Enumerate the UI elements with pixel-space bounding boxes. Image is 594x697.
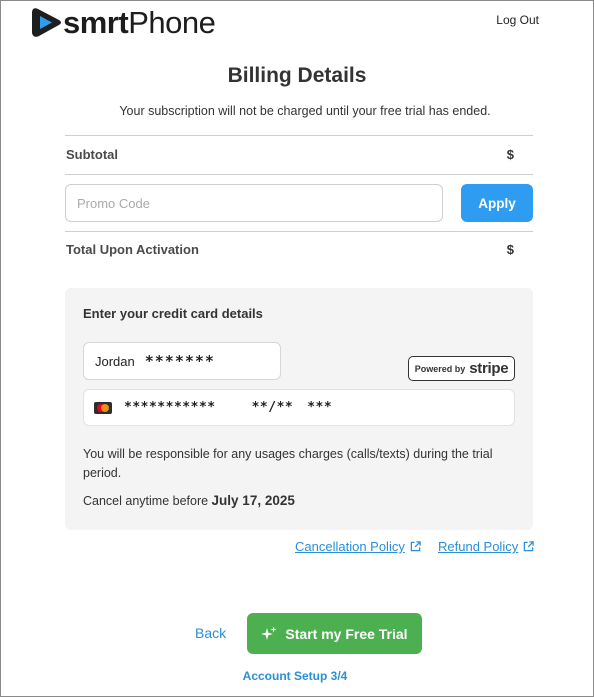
logo-play-icon <box>32 8 61 37</box>
promo-code-input[interactable] <box>65 184 443 222</box>
back-button[interactable]: Back <box>195 625 226 641</box>
page-title: Billing Details <box>227 64 367 87</box>
refund-policy-link[interactable]: Refund Policy <box>438 539 534 554</box>
subtotal-label: Subtotal <box>66 147 118 162</box>
external-link-icon <box>523 541 534 552</box>
total-value: $ <box>506 242 514 257</box>
card-cvc-masked: *** <box>307 400 333 415</box>
divider <box>65 135 533 136</box>
start-free-trial-label: Start my Free Trial <box>285 625 408 642</box>
refund-policy-label: Refund Policy <box>438 539 519 554</box>
credit-card-panel: Enter your credit card details Jordan **… <box>65 288 533 530</box>
card-number-masked: *********** <box>124 400 216 415</box>
cancellation-policy-link[interactable]: Cancellation Policy <box>295 539 421 554</box>
start-free-trial-button[interactable]: Start my Free Trial <box>247 613 422 654</box>
logo-wordmark-bold: smrt <box>63 5 129 40</box>
smrtphone-logo: smrtPhone <box>31 5 216 40</box>
subtotal-value: $ <box>506 147 514 162</box>
sparkle-icon <box>261 626 277 640</box>
usage-charges-note: You will be responsible for any usages c… <box>83 447 493 480</box>
account-setup-step: Account Setup 3/4 <box>242 669 348 683</box>
card-expiry-masked: **/** <box>251 400 294 415</box>
stripe-powered-label: Powered by <box>414 363 466 374</box>
cardholder-first-name: Jordan <box>95 353 135 369</box>
divider <box>65 231 533 232</box>
cancellation-policy-label: Cancellation Policy <box>295 539 405 554</box>
stripe-wordmark: stripe <box>469 360 509 377</box>
cancel-prefix: Cancel anytime before <box>83 494 212 508</box>
cardholder-name-field[interactable]: Jordan ******* <box>83 342 281 380</box>
card-details-field[interactable]: *********** **/** *** <box>83 389 515 426</box>
powered-by-stripe-badge[interactable]: Powered by stripe <box>408 356 515 381</box>
cardholder-last-name-masked: ******* <box>144 352 215 370</box>
divider <box>65 174 533 175</box>
total-label: Total Upon Activation <box>66 242 199 257</box>
cancel-anytime-note: Cancel anytime before July 17, 2025 <box>83 493 295 508</box>
page-subtitle: Your subscription will not be charged un… <box>119 104 491 118</box>
credit-card-title: Enter your credit card details <box>83 306 263 321</box>
mastercard-icon <box>94 401 112 414</box>
logout-link[interactable]: Log Out <box>496 13 539 27</box>
apply-promo-button[interactable]: Apply <box>461 184 533 222</box>
logo-wordmark: smrtPhone <box>63 5 216 40</box>
external-link-icon <box>410 541 421 552</box>
logo-wordmark-light: Phone <box>128 5 216 40</box>
cancel-date: July 17, 2025 <box>211 493 295 508</box>
